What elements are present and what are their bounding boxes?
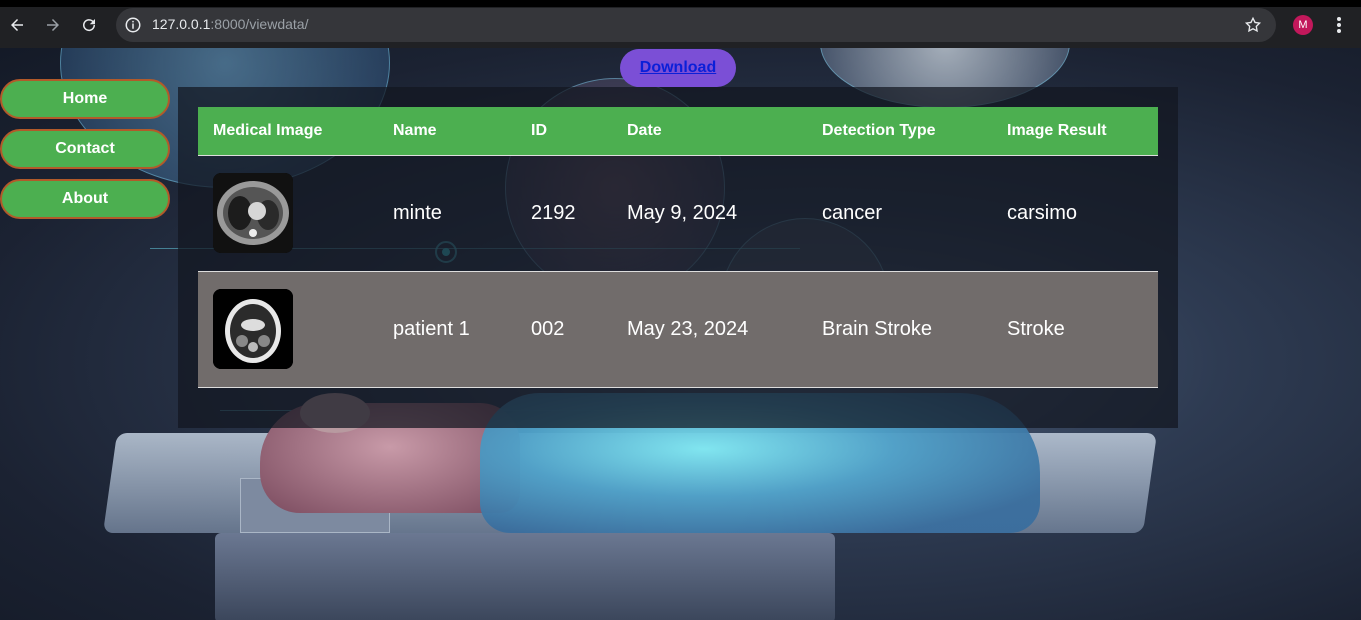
url-path: :8000/viewdata/ xyxy=(210,16,309,32)
image-cell xyxy=(198,271,378,388)
table-header-row: Medical Image Name ID Date Detection Typ… xyxy=(198,107,1158,156)
header-image-result: Image Result xyxy=(992,107,1158,156)
download-button[interactable]: Download xyxy=(620,49,736,87)
profile-avatar[interactable]: M xyxy=(1293,15,1313,35)
forward-arrow-icon[interactable] xyxy=(42,14,64,36)
records-panel: Medical Image Name ID Date Detection Typ… xyxy=(178,87,1178,428)
header-medical-image: Medical Image xyxy=(198,107,378,156)
date-cell: May 23, 2024 xyxy=(612,271,807,388)
id-cell: 002 xyxy=(516,271,612,388)
address-bar[interactable]: 127.0.0.1:8000/viewdata/ xyxy=(116,8,1276,42)
detection-type-cell: cancer xyxy=(807,155,992,272)
sidebar-item-about[interactable]: About xyxy=(0,179,170,219)
table-row: minte 2192 May 9, 2024 cancer carsimo xyxy=(198,155,1158,272)
header-detection-type: Detection Type xyxy=(807,107,992,156)
reload-icon[interactable] xyxy=(78,14,100,36)
url-text[interactable]: 127.0.0.1:8000/viewdata/ xyxy=(152,16,308,32)
header-name: Name xyxy=(378,107,516,156)
id-cell: 2192 xyxy=(516,155,612,272)
name-cell: patient 1 xyxy=(378,271,516,388)
header-date: Date xyxy=(612,107,807,156)
scanner-bed-base xyxy=(215,533,835,620)
browser-toolbar: 127.0.0.1:8000/viewdata/ M xyxy=(0,0,1361,48)
kebab-menu-icon[interactable] xyxy=(1330,14,1348,36)
back-arrow-icon[interactable] xyxy=(6,14,28,36)
table-row: patient 1 002 May 23, 2024 Brain Stroke … xyxy=(198,271,1158,388)
date-cell: May 9, 2024 xyxy=(612,155,807,272)
head-ct-thumbnail[interactable] xyxy=(213,289,293,369)
star-icon[interactable] xyxy=(1244,16,1262,34)
tab-strip xyxy=(0,0,1361,7)
records-table: Medical Image Name ID Date Detection Typ… xyxy=(198,107,1158,388)
header-id: ID xyxy=(516,107,612,156)
name-cell: minte xyxy=(378,155,516,272)
image-cell xyxy=(198,155,378,272)
detection-type-cell: Brain Stroke xyxy=(807,271,992,388)
sidebar-item-contact[interactable]: Contact xyxy=(0,129,170,169)
info-icon[interactable] xyxy=(124,16,142,34)
sidebar-item-home[interactable]: Home xyxy=(0,79,170,119)
image-result-cell: Stroke xyxy=(992,271,1158,388)
chest-ct-thumbnail[interactable] xyxy=(213,173,293,253)
download-link[interactable]: Download xyxy=(640,59,716,77)
image-result-cell: carsimo xyxy=(992,155,1158,272)
url-host: 127.0.0.1 xyxy=(152,16,211,32)
